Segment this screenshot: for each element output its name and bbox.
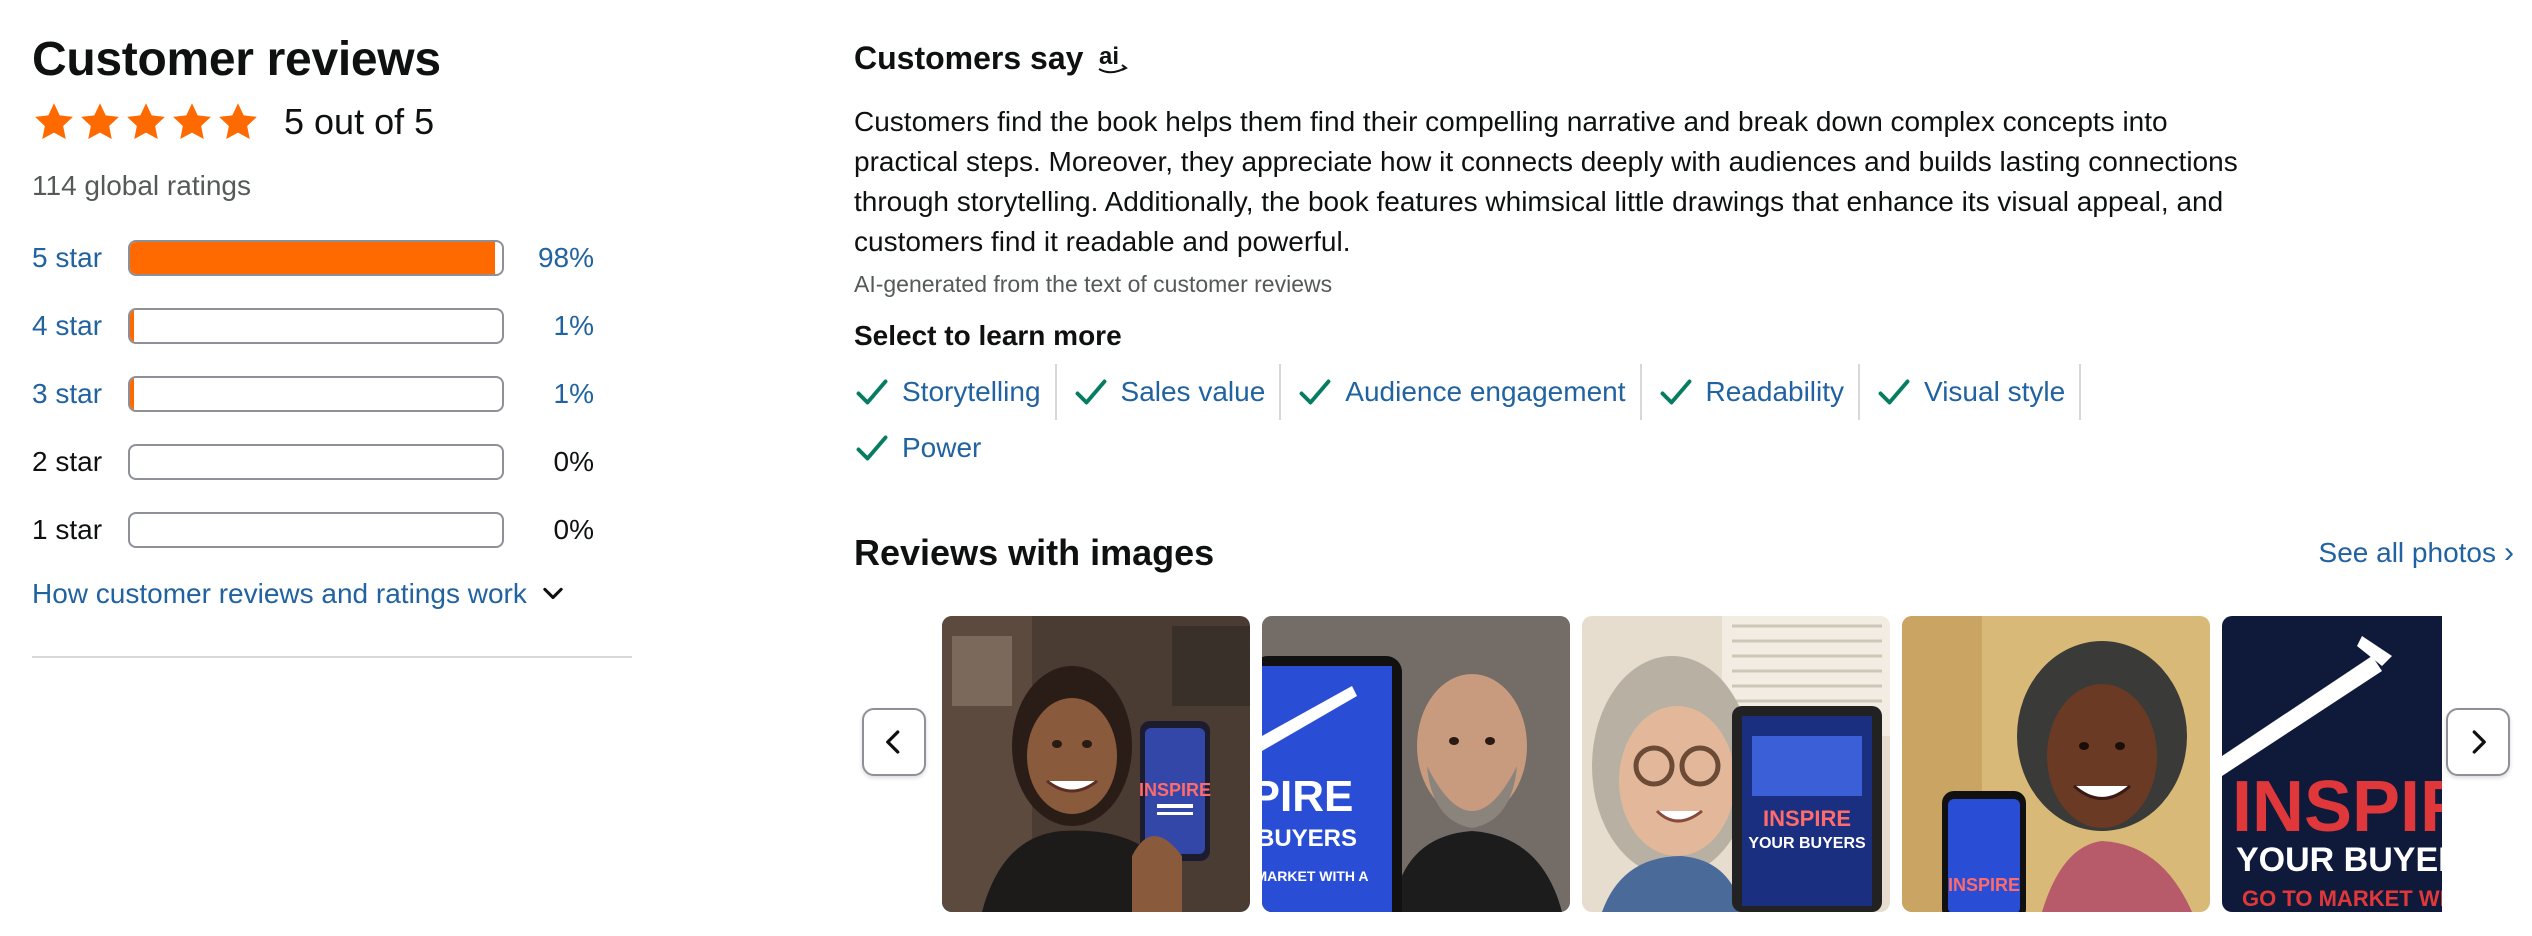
how-reviews-work-label[interactable]: How customer reviews and ratings work — [32, 578, 527, 610]
histogram-percent[interactable]: 1% — [504, 310, 594, 342]
star-icon — [81, 103, 119, 140]
svg-text:YOUR BUYERS: YOUR BUYERS — [1748, 835, 1866, 852]
svg-text:INSPIRE: INSPIRE — [1139, 780, 1211, 800]
histogram-row-5-star[interactable]: 5 star 98% — [32, 224, 632, 292]
histogram-bar — [128, 444, 504, 480]
rating-out-of-text: 5 out of 5 — [284, 101, 435, 142]
customer-reviews-title: Customer reviews — [32, 33, 441, 86]
overall-rating[interactable]: 5 out of 5 — [32, 98, 632, 146]
review-image-thumbnail[interactable]: INSPIRE YOUR BUYERS GO TO MARKET WITH — [2222, 616, 2442, 912]
aspect-chip-sales-value[interactable]: Sales value — [1073, 364, 1282, 420]
customers-say-summary: Customers find the book helps them find … — [854, 106, 2238, 257]
customers-say-title: Customers say — [854, 39, 1084, 76]
ai-badge-icon: ai — [1098, 43, 1129, 74]
aspect-chips: Storytelling Sales value Audience engage… — [854, 364, 2154, 476]
checkmark-icon — [1299, 379, 1331, 405]
histogram-bar[interactable] — [128, 376, 504, 412]
svg-text:GO TO MARKET WITH: GO TO MARKET WITH — [2242, 886, 2442, 911]
aspect-chip-power[interactable]: Power — [854, 420, 995, 476]
customer-reviews-panel: Customer reviews 5 out of 5 114 global r… — [32, 28, 632, 610]
section-divider — [32, 656, 632, 658]
svg-text:MARKET WITH A: MARKET WITH A — [1262, 868, 1369, 884]
histogram-bar-fill — [130, 242, 495, 274]
rating-histogram: 5 star 98% 4 star 1% 3 star 1% 2 star 0%… — [32, 224, 632, 564]
checkmark-icon — [1660, 379, 1691, 405]
checkmark-icon — [856, 435, 888, 461]
aspect-chip-visual-style[interactable]: Visual style — [1876, 364, 2082, 420]
svg-text:ai: ai — [1099, 43, 1119, 70]
aspect-label[interactable]: Audience engagement — [1345, 376, 1625, 408]
aspect-chip-readability[interactable]: Readability — [1658, 364, 1861, 420]
histogram-row-3-star[interactable]: 3 star 1% — [32, 360, 632, 428]
review-images-carousel: INSPIRE PIRE BUYERS MARKET WITH A INSPIR… — [854, 616, 2514, 916]
chevron-left-icon — [886, 730, 900, 754]
histogram-bar[interactable] — [128, 308, 504, 344]
select-to-learn-label: Select to learn more — [854, 320, 1122, 351]
global-ratings-count: 114 global ratings — [32, 170, 251, 201]
svg-text:INSPIRE: INSPIRE — [2232, 767, 2442, 847]
aspect-chip-audience-engagement[interactable]: Audience engagement — [1297, 364, 1642, 420]
aspect-label[interactable]: Power — [902, 432, 981, 464]
chevron-right-icon — [2472, 730, 2486, 754]
ai-generated-note: AI-generated from the text of customer r… — [854, 271, 1333, 297]
checkmark-icon — [1075, 379, 1106, 405]
customers-say-panel: Customers say ai Customers find the book… — [854, 36, 2514, 912]
histogram-bar — [128, 512, 504, 548]
svg-text:YOUR BUYERS: YOUR BUYERS — [2236, 841, 2442, 879]
review-photo-book-cover: INSPIRE YOUR BUYERS GO TO MARKET WITH — [2222, 616, 2442, 912]
star-icon — [127, 103, 165, 140]
review-image-strip: INSPIRE PIRE BUYERS MARKET WITH A INSPIR… — [942, 616, 2442, 912]
histogram-label[interactable]: 5 star — [32, 242, 128, 274]
review-photo-woman-with-phone: INSPIRE — [942, 616, 1250, 912]
histogram-row-2-star: 2 star 0% — [32, 428, 632, 496]
how-reviews-work-link[interactable]: How customer reviews and ratings work — [32, 578, 632, 610]
histogram-bar-fill — [130, 310, 134, 342]
histogram-row-4-star[interactable]: 4 star 1% — [32, 292, 632, 360]
histogram-percent: 0% — [553, 514, 594, 545]
review-photo-woman-glasses-with-tablet: INSPIRE YOUR BUYERS — [1582, 616, 1890, 912]
aspect-label[interactable]: Visual style — [1924, 376, 2065, 408]
chevron-right-small-icon[interactable]: › — [2504, 536, 2514, 570]
histogram-label[interactable]: 4 star — [32, 310, 128, 342]
chevron-down-icon[interactable] — [539, 580, 567, 608]
histogram-bar[interactable] — [128, 240, 504, 276]
checkmark-icon — [856, 379, 888, 405]
histogram-row-1-star: 1 star 0% — [32, 496, 632, 564]
histogram-label: 1 star — [32, 514, 103, 545]
reviews-with-images-header: Reviews with images See all photos › — [854, 532, 2514, 574]
star-icon — [35, 103, 73, 140]
star-icon — [173, 103, 211, 140]
star-rating — [32, 100, 260, 144]
aspect-label[interactable]: Storytelling — [902, 376, 1041, 408]
review-image-thumbnail[interactable]: INSPIRE — [1902, 616, 2210, 912]
aspect-label[interactable]: Sales value — [1121, 376, 1266, 408]
histogram-bar-fill — [130, 378, 134, 410]
histogram-percent[interactable]: 1% — [504, 378, 594, 410]
see-all-photos-link[interactable]: See all photos › — [2319, 536, 2514, 570]
see-all-photos-label[interactable]: See all photos — [2319, 537, 2496, 569]
checkmark-icon — [1878, 379, 1910, 405]
histogram-label[interactable]: 3 star — [32, 378, 128, 410]
svg-text:PIRE: PIRE — [1262, 772, 1353, 821]
review-image-thumbnail[interactable]: INSPIRE YOUR BUYERS — [1582, 616, 1890, 912]
svg-text:BUYERS: BUYERS — [1262, 825, 1357, 852]
customers-say-header: Customers say ai — [854, 36, 2514, 80]
aspect-label[interactable]: Readability — [1706, 376, 1845, 408]
svg-text:INSPIRE: INSPIRE — [1763, 806, 1851, 831]
review-photo-woman-smiling-with-phone: INSPIRE — [1902, 616, 2210, 912]
histogram-label: 2 star — [32, 446, 103, 477]
histogram-percent: 0% — [553, 446, 594, 477]
review-photo-man-with-tablet: PIRE BUYERS MARKET WITH A — [1262, 616, 1570, 912]
svg-text:INSPIRE: INSPIRE — [1948, 875, 2020, 895]
review-image-thumbnail[interactable]: INSPIRE — [942, 616, 1250, 912]
star-icon — [219, 103, 257, 140]
reviews-with-images-title: Reviews with images — [854, 532, 1215, 573]
review-image-thumbnail[interactable]: PIRE BUYERS MARKET WITH A — [1262, 616, 1570, 912]
carousel-prev-button[interactable] — [862, 708, 926, 776]
histogram-percent[interactable]: 98% — [504, 242, 594, 274]
carousel-next-button[interactable] — [2446, 708, 2510, 776]
aspect-chip-storytelling[interactable]: Storytelling — [854, 364, 1057, 420]
